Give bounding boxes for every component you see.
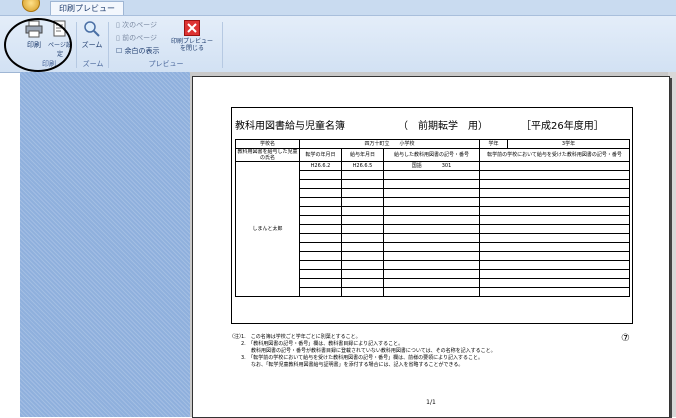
page-number: 1/1 bbox=[426, 399, 436, 406]
annotation-circle bbox=[4, 18, 72, 72]
header-name: 教科用図書を給与した児童の氏名 bbox=[235, 148, 300, 162]
note-line: 1. この名簿は学校ごと学年ごとに別葉とすること。 bbox=[241, 334, 361, 340]
checkbox-icon: ☐ bbox=[116, 47, 125, 55]
show-margins-label: 余白の表示 bbox=[124, 47, 160, 55]
show-margins-checkbox[interactable]: ☐ 余白の表示 bbox=[116, 46, 160, 56]
transfer-date: H26.6.2 bbox=[299, 161, 342, 171]
prev-page-button[interactable]: ▯ 前のページ bbox=[116, 33, 157, 43]
close-icon bbox=[184, 20, 200, 36]
next-page-button[interactable]: ▯ 次のページ bbox=[116, 20, 157, 30]
school-label: 学校名 bbox=[235, 139, 300, 149]
tab-print-preview[interactable]: 印刷プレビュー bbox=[50, 1, 124, 15]
prev-page-label: 前のページ bbox=[122, 34, 157, 42]
header-prev-school: 転学前の学校において給与を受けた教科用図書の記号・番号 bbox=[479, 148, 631, 162]
document-title: 教科用図書給与児童名簿 bbox=[235, 121, 345, 132]
tab-bar: 印刷プレビュー bbox=[0, 0, 676, 16]
office-button[interactable] bbox=[22, 0, 40, 12]
document-subtitle: （ 前期転学 用） bbox=[398, 121, 488, 132]
close-preview-button[interactable]: 印刷プレビューを閉じる bbox=[170, 20, 214, 52]
book-code: 国語 301 bbox=[382, 161, 481, 171]
header-code: 給与した教科用図書の記号・番号 bbox=[382, 148, 481, 162]
ribbon: 印刷プレビュー 印刷 ページ設定 ズーム ▯ 次のページ ▯ 前のページ ☐ 余… bbox=[0, 0, 676, 73]
school-name: 四万十町立 小学校 bbox=[298, 139, 481, 149]
note-line: 教科用図書の記号・番号が教科書目録に登載されていない教科用図書については、その名… bbox=[241, 348, 496, 354]
next-page-label: 次のページ bbox=[122, 21, 157, 29]
table-row: 学校名 四万十町立 小学校 学年 3学年 bbox=[235, 139, 631, 149]
prev-school-code bbox=[479, 161, 631, 171]
table-row: 教科用図書を給与した児童の氏名 転学の年月日 給与年月日 給与した教科用図書の記… bbox=[235, 148, 631, 162]
note-line: なお、「転学児童教科用図書給与証明書」を添付する場合には、記入を省略することがで… bbox=[241, 362, 464, 368]
zoom-label: ズーム bbox=[81, 41, 103, 49]
roster-table: 学校名 四万十町立 小学校 学年 3学年 教科用図書を給与した児童の氏名 転学の… bbox=[235, 139, 631, 297]
header-supply-date: 給与年月日 bbox=[341, 148, 384, 162]
supply-date: H26.6.5 bbox=[341, 161, 384, 171]
table-row: しまんと太郎 H26.6.2 H26.6.5 国語 301 bbox=[235, 161, 631, 297]
group-separator bbox=[222, 22, 223, 68]
code-number: 301 bbox=[441, 163, 452, 169]
close-preview-label: 印刷プレビューを閉じる bbox=[170, 38, 213, 52]
group-label-zoom: ズーム bbox=[82, 60, 104, 68]
note-line: 2. 「教科用図書の記号・番号」欄は、教科書目録により記入すること。 bbox=[241, 341, 404, 347]
header-transfer-date: 転学の年月日 bbox=[299, 148, 342, 162]
grade-value: 3学年 bbox=[507, 139, 631, 149]
group-separator bbox=[76, 22, 77, 68]
document-year: ［平成26年度用］ bbox=[521, 121, 604, 132]
group-separator bbox=[108, 22, 109, 68]
note-line: 3. 「転学前の学校において給与を受けた教科用図書の記号・番号」欄は、前様の要領… bbox=[241, 355, 484, 361]
navigation-pane bbox=[20, 72, 190, 417]
magnifier-icon bbox=[84, 21, 100, 37]
group-label-preview: プレビュー bbox=[148, 60, 184, 68]
student-name: しまんと太郎 bbox=[235, 161, 300, 297]
subject: 国語 bbox=[411, 163, 422, 169]
grade-label: 学年 bbox=[479, 139, 509, 149]
preview-page: 教科用図書給与児童名簿 （ 前期転学 用） ［平成26年度用］ 学校名 四万十町… bbox=[192, 76, 670, 418]
zoom-button[interactable]: ズーム bbox=[80, 20, 104, 50]
circled-number: ⑦ bbox=[621, 333, 630, 344]
